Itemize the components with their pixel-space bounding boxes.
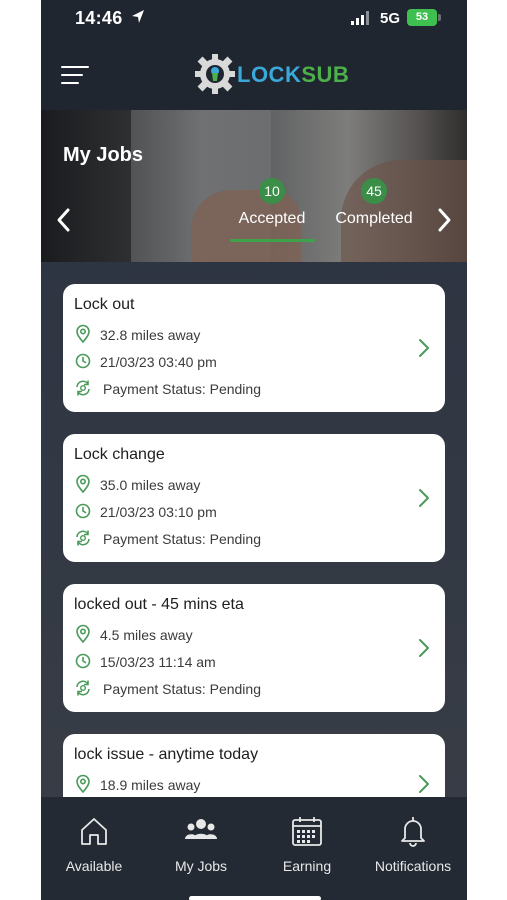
tab-accepted-label: Accepted bbox=[238, 210, 306, 227]
map-pin-icon bbox=[76, 324, 90, 344]
nav-label-available: Available bbox=[65, 858, 123, 874]
clock-icon bbox=[75, 353, 91, 369]
location-arrow-icon bbox=[132, 10, 144, 23]
job-payment-status: Payment Status: Pending bbox=[103, 531, 261, 547]
job-datetime: 21/03/23 03:10 pm bbox=[100, 504, 217, 520]
job-payment-status: Payment Status: Pending bbox=[103, 681, 261, 697]
network-label: 5G bbox=[380, 10, 401, 27]
job-card[interactable]: Lock out 32.8 miles away 21/03/23 03:40 … bbox=[63, 284, 445, 412]
job-title: locked out - 45 mins eta bbox=[74, 596, 244, 613]
locksub-logo: LOCKSUB bbox=[195, 54, 349, 94]
map-pin-icon bbox=[76, 624, 90, 644]
map-pin-icon bbox=[76, 774, 90, 794]
chevron-right-icon bbox=[419, 639, 429, 657]
chevron-right-icon bbox=[419, 339, 429, 357]
bottom-navigation: Available My Jobs Earning Notifications bbox=[41, 797, 467, 900]
group-icon bbox=[185, 819, 217, 839]
signal-icon bbox=[351, 11, 369, 25]
home-icon bbox=[81, 818, 107, 845]
battery-icon: 53 bbox=[407, 9, 437, 26]
job-title: Lock change bbox=[74, 446, 165, 463]
nav-label-my-jobs: My Jobs bbox=[174, 858, 228, 874]
app-screen: 14:46 5G 53 LOCKSUB My Jobs 10 Accepted … bbox=[41, 0, 467, 900]
nav-item-earning[interactable]: Earning bbox=[257, 815, 357, 874]
bell-icon bbox=[401, 817, 425, 847]
job-distance: 18.9 miles away bbox=[100, 777, 201, 793]
job-datetime: 21/03/23 03:40 pm bbox=[100, 354, 217, 370]
clock-icon bbox=[75, 503, 91, 519]
job-datetime: 15/03/23 11:14 am bbox=[100, 654, 216, 670]
status-bar: 14:46 5G 53 bbox=[41, 0, 467, 36]
job-distance: 4.5 miles away bbox=[100, 627, 193, 643]
job-title: lock issue - anytime today bbox=[74, 746, 259, 763]
chevron-right-icon bbox=[419, 775, 429, 793]
payment-refresh-icon bbox=[76, 530, 90, 546]
tab-completed-label: Completed bbox=[335, 210, 413, 227]
tab-accepted[interactable]: 10 Accepted bbox=[232, 178, 312, 228]
payment-refresh-icon bbox=[76, 680, 90, 696]
calendar-icon bbox=[292, 817, 322, 846]
nav-label-earning: Earning bbox=[282, 858, 332, 874]
nav-item-available[interactable]: Available bbox=[44, 815, 144, 874]
nav-item-notifications[interactable]: Notifications bbox=[363, 815, 463, 874]
chevron-left-icon[interactable] bbox=[55, 207, 71, 233]
tab-completed[interactable]: 45 Completed bbox=[328, 178, 420, 228]
home-indicator bbox=[189, 896, 321, 900]
jobs-hero-banner: My Jobs 10 Accepted 45 Completed bbox=[41, 110, 467, 262]
clock-icon bbox=[75, 653, 91, 669]
chevron-right-icon bbox=[419, 489, 429, 507]
job-card[interactable]: locked out - 45 mins eta 4.5 miles away … bbox=[63, 584, 445, 712]
job-distance: 35.0 miles away bbox=[100, 477, 201, 493]
battery-tip bbox=[438, 14, 441, 21]
gear-lock-logo-icon bbox=[195, 54, 235, 94]
nav-label-notifications: Notifications bbox=[374, 858, 452, 874]
accepted-count-badge: 10 bbox=[259, 178, 285, 204]
job-payment-status: Payment Status: Pending bbox=[103, 381, 261, 397]
job-card[interactable]: Lock change 35.0 miles away 21/03/23 03:… bbox=[63, 434, 445, 562]
hamburger-menu-icon[interactable] bbox=[61, 64, 91, 86]
payment-refresh-icon bbox=[76, 380, 90, 396]
map-pin-icon bbox=[76, 474, 90, 494]
job-title: Lock out bbox=[74, 296, 135, 313]
app-header: LOCKSUB bbox=[41, 36, 467, 110]
active-tab-indicator bbox=[230, 239, 315, 242]
logo-text-sub: SUB bbox=[301, 62, 350, 87]
completed-count-badge: 45 bbox=[361, 178, 387, 204]
page-title: My Jobs bbox=[63, 144, 144, 166]
status-time: 14:46 bbox=[75, 8, 123, 28]
nav-item-my-jobs[interactable]: My Jobs bbox=[151, 815, 251, 874]
logo-text-lock: LOCK bbox=[237, 62, 302, 87]
chevron-right-icon[interactable] bbox=[437, 207, 453, 233]
job-distance: 32.8 miles away bbox=[100, 327, 201, 343]
